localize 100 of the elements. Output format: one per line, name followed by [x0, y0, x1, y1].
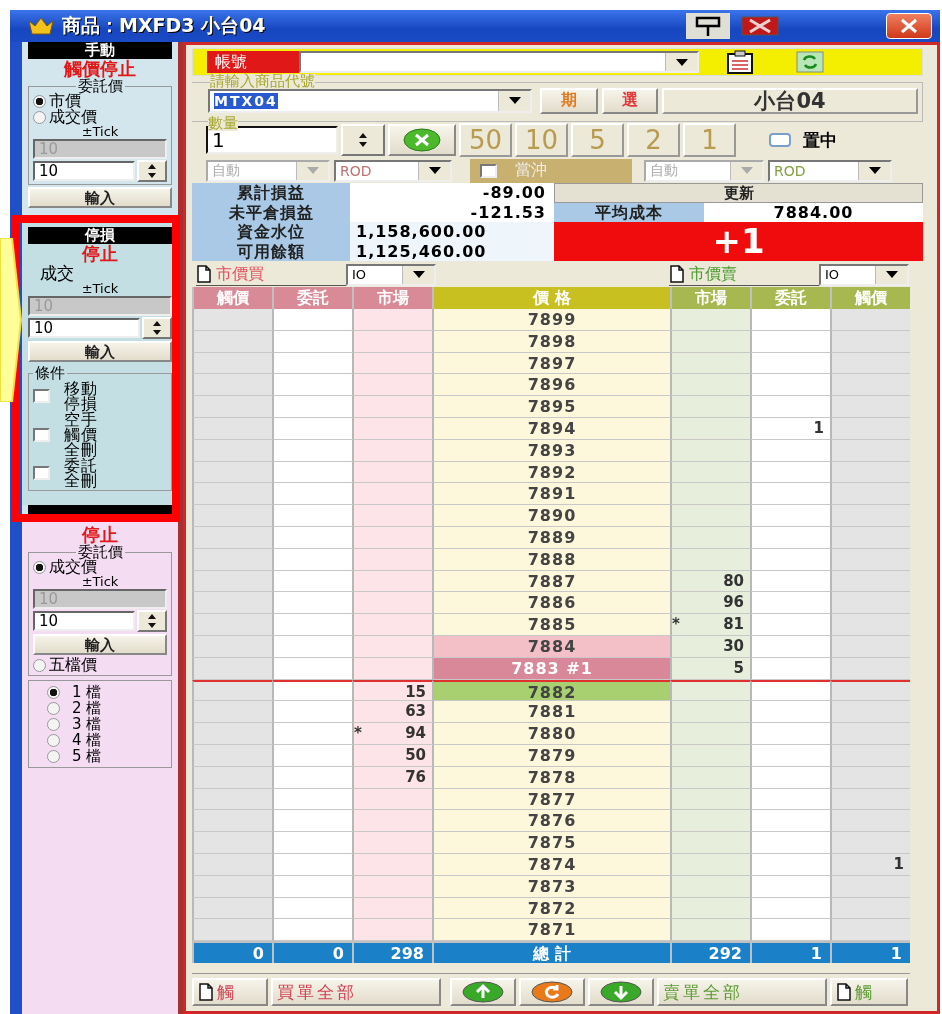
clipboard-icon[interactable]: [725, 50, 755, 74]
price-cell[interactable]: 7885: [432, 614, 670, 636]
price-cell[interactable]: 7895: [432, 396, 670, 418]
checkbox[interactable]: 空手觸價全刪: [33, 412, 167, 457]
price-cell[interactable]: 7879: [432, 744, 670, 767]
time-in-force-dropdown[interactable]: IO: [819, 263, 909, 286]
price-cell[interactable]: 7872: [432, 897, 670, 920]
price-cell[interactable]: 7899: [432, 309, 670, 331]
price-cell[interactable]: 7871: [432, 919, 670, 942]
refresh-icon: [530, 981, 574, 1004]
tick-input[interactable]: 10: [33, 611, 135, 631]
total-cell: 298: [352, 941, 432, 964]
price-cell[interactable]: 7891: [432, 483, 670, 506]
radio-button[interactable]: 成交價: [33, 109, 167, 125]
enter-button[interactable]: 輸入: [28, 187, 172, 208]
price-cell[interactable]: 7889: [432, 526, 670, 549]
price-cell[interactable]: 7874: [432, 853, 670, 876]
pin-window-button[interactable]: [686, 13, 730, 39]
scroll-up-button[interactable]: [450, 978, 516, 1007]
radio-indicator[interactable]: [47, 685, 60, 699]
radio-button[interactable]: 成交價: [33, 559, 167, 575]
price-cell[interactable]: 7892: [432, 461, 670, 484]
price-cell[interactable]: 7882: [432, 679, 670, 702]
price-cell[interactable]: 7897: [432, 352, 670, 375]
options-button[interactable]: 選: [602, 87, 658, 114]
radio-indicator[interactable]: [33, 110, 46, 124]
enter-button[interactable]: 輸入: [33, 634, 167, 655]
price-cell[interactable]: 7888: [432, 548, 670, 571]
enter-button[interactable]: 輸入: [28, 341, 172, 362]
center-checkbox[interactable]: 置中: [769, 128, 837, 152]
radio-button[interactable]: 五檔價: [33, 657, 167, 673]
radio-button[interactable]: 4 檔: [47, 732, 171, 748]
radio-indicator[interactable]: [47, 701, 60, 715]
refresh-button[interactable]: 更新: [554, 183, 923, 203]
price-cell[interactable]: 7877: [432, 788, 670, 811]
total-label: 總 計: [432, 941, 670, 964]
product-code-dropdown[interactable]: MTX04: [208, 88, 532, 113]
price-cell[interactable]: 7880: [432, 723, 670, 745]
recenter-button[interactable]: [519, 978, 585, 1007]
spin-button[interactable]: [137, 160, 167, 182]
price-cell[interactable]: 7893: [432, 439, 670, 462]
column-header: 價 格: [432, 287, 670, 309]
summary-label: 未平倉損益: [192, 202, 350, 222]
radio-indicator[interactable]: [47, 733, 60, 747]
price-cell[interactable]: 7898: [432, 330, 670, 353]
column-header: 委託: [272, 287, 352, 309]
radio-button[interactable]: 1 檔: [47, 684, 171, 700]
table-cell: 50: [352, 744, 432, 767]
radio-indicator[interactable]: [33, 94, 46, 108]
radio-indicator[interactable]: [33, 658, 46, 672]
price-cell[interactable]: 7875: [432, 832, 670, 854]
price-cell[interactable]: 7876: [432, 810, 670, 833]
status-label: 觸價停止: [62, 59, 137, 79]
cancel-all-buy-button[interactable]: 買單全部: [271, 978, 441, 1007]
radio-button[interactable]: 2 檔: [47, 700, 171, 716]
radio-button[interactable]: 5 檔: [47, 748, 171, 764]
up-down-arrows-icon: [147, 163, 157, 179]
close-all-button[interactable]: [738, 13, 782, 39]
checkbox[interactable]: 委託全刪: [33, 458, 167, 488]
summary-label: 可用餘額: [192, 241, 350, 261]
price-cell[interactable]: 7890: [432, 505, 670, 527]
scroll-down-button[interactable]: [588, 978, 654, 1007]
time-in-force-dropdown[interactable]: IO: [346, 263, 436, 286]
price-cell[interactable]: 7894: [432, 418, 670, 440]
close-button[interactable]: [886, 13, 932, 39]
crown-icon: [28, 17, 54, 35]
summary-value: -89.00: [350, 183, 554, 203]
table-cell: * 94: [352, 723, 432, 745]
radio-button[interactable]: 3 檔: [47, 716, 171, 732]
status-label: 停止: [81, 525, 119, 545]
spin-button[interactable]: [341, 124, 385, 156]
buy-touch-button[interactable]: 觸: [192, 978, 268, 1007]
radio-indicator[interactable]: [33, 560, 46, 574]
radio-indicator[interactable]: [47, 717, 60, 731]
price-cell[interactable]: 7886: [432, 592, 670, 615]
spin-button[interactable]: [142, 317, 172, 339]
tick-input[interactable]: 10: [28, 318, 140, 338]
account-label: 帳號: [207, 51, 299, 73]
radio-button[interactable]: 市價: [33, 93, 167, 109]
spin-button[interactable]: [137, 610, 167, 632]
table-cell: 30: [670, 635, 750, 658]
checkbox[interactable]: 移動停損: [33, 381, 167, 411]
clear-button[interactable]: [388, 124, 456, 156]
status-label: 停止: [80, 244, 119, 264]
refresh-icon[interactable]: [795, 51, 825, 73]
time-in-force-dropdown[interactable]: ROD: [334, 159, 452, 182]
price-cell[interactable]: 7896: [432, 374, 670, 397]
account-dropdown[interactable]: [299, 51, 699, 73]
price-cell[interactable]: 7887: [432, 570, 670, 593]
price-cell[interactable]: 7878: [432, 766, 670, 789]
price-cell[interactable]: 7873: [432, 875, 670, 898]
price-cell[interactable]: 7881: [432, 701, 670, 724]
radio-indicator[interactable]: [47, 749, 60, 763]
table-cell: 1: [830, 853, 910, 876]
dropdown-arrow-icon: [508, 97, 521, 104]
summary-label: 資金水位: [192, 222, 350, 242]
price-cell[interactable]: 7884: [432, 635, 670, 658]
tick-input[interactable]: 10: [33, 161, 135, 181]
column-header: 觸價: [830, 287, 910, 309]
total-cell: 0: [272, 941, 352, 964]
